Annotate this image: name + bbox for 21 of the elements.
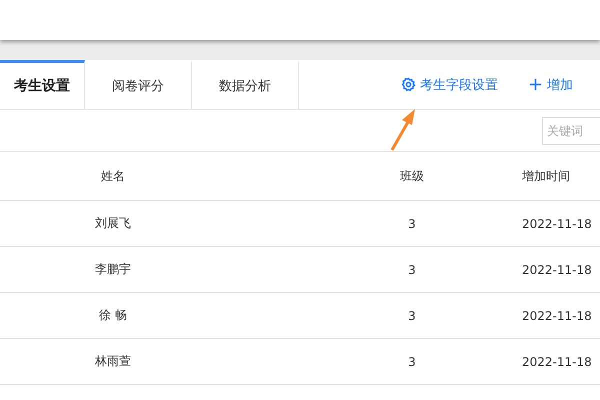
settings-icon [401,77,416,92]
table-cell-text: 3 [407,354,417,368]
field-settings-button[interactable]: 考生字段设置 [401,76,498,94]
table-cell-text: 3 [407,308,417,322]
table-cell-text: 3 [407,216,417,230]
table-cell-text: 3 [407,262,417,276]
table-cell-text: 2022-11-18 [521,308,593,322]
search-field[interactable]: 关键词 [542,116,600,144]
table-cell-text: 2022-11-18 [521,262,593,276]
table-cell-text: 刘展飞 [94,215,132,232]
add-button[interactable]: 增加 [528,76,573,94]
column-header: 班级 [399,168,425,184]
tab[interactable]: 考生设置 [0,60,85,109]
table-cell-text: 林雨萱 [94,353,132,370]
table-cell-text: 2022-11-18 [521,216,593,230]
plus-icon [528,77,543,92]
column-header: 姓名 [100,168,126,184]
table-cell-text: 徐 畅 [98,307,128,324]
column-header: 增加时间 [521,168,571,184]
table-cell-text: 李鹏宇 [94,261,132,278]
table-cell-text: 2022-11-18 [521,354,593,368]
